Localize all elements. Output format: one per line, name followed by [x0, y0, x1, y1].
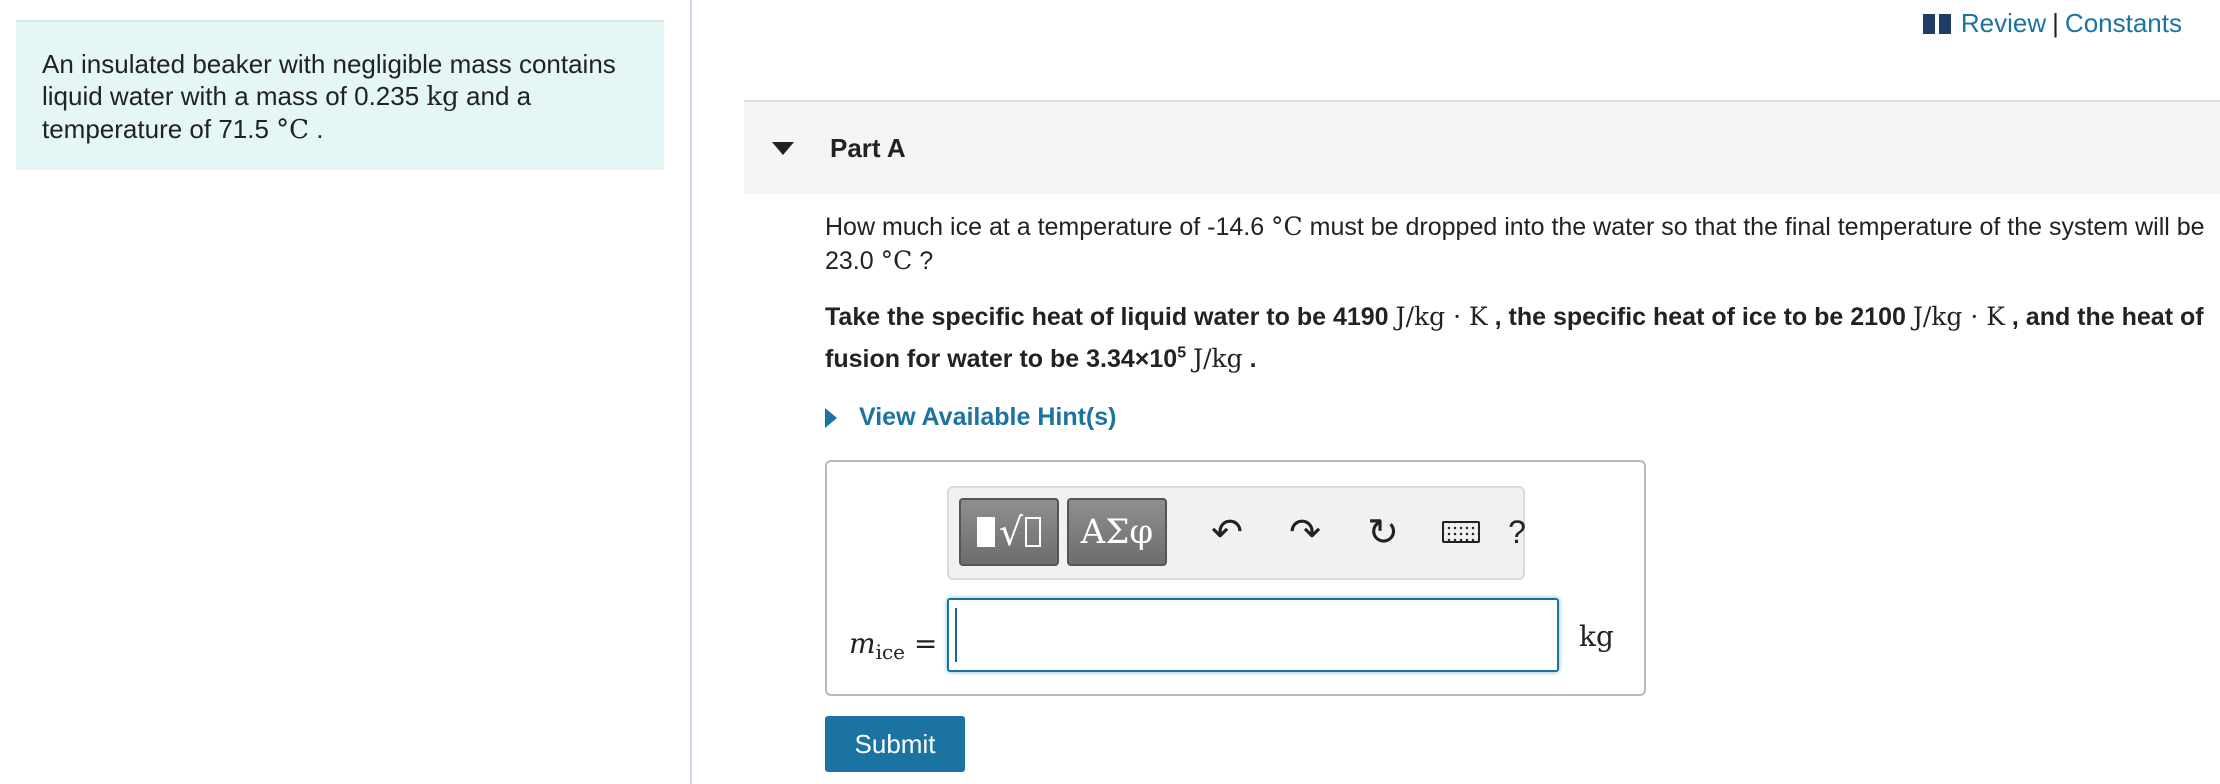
radical-icon: √ [998, 510, 1024, 554]
answer-box: √ ΑΣφ ↶ ↷ ↻ ? mice = kg [825, 460, 1646, 696]
panel-divider [690, 0, 692, 784]
given-part-2: , the specific heat of ice to be 2100 [1487, 303, 1913, 331]
given-unit-2: J/kg · K [1912, 302, 2005, 331]
header-links: Review | Constants [1922, 8, 2182, 39]
given-unit-3: J/kg [1193, 344, 1243, 373]
variable-subscript: ice [875, 640, 905, 664]
keyboard-shortcuts-button[interactable] [1429, 500, 1493, 564]
constants-link[interactable]: Constants [2065, 8, 2182, 39]
question-unit-1: °C [1271, 212, 1303, 241]
temp-unit: °C [276, 115, 310, 145]
given-part-5: . [1242, 345, 1257, 373]
book-icon [1922, 13, 1951, 35]
intro-text-3b: . [309, 114, 324, 144]
caret-right-icon [825, 407, 837, 428]
problem-intro-panel: An insulated beaker with negligible mass… [16, 20, 664, 170]
answer-unit: kg [1579, 620, 1614, 653]
template-box-icon [1025, 517, 1042, 547]
review-link[interactable]: Review [1961, 8, 2046, 39]
given-exponent: 5 [1177, 344, 1187, 362]
text-cursor [955, 608, 957, 662]
answer-input[interactable] [947, 598, 1559, 672]
variable-m: m [849, 627, 876, 660]
caret-down-icon[interactable] [772, 141, 794, 155]
intro-text-1: An insulated beaker with negligible mass… [42, 49, 616, 79]
question-text: How much ice at a temperature of -14.6 °… [825, 210, 2205, 278]
answer-variable-label: mice = [849, 627, 937, 664]
submit-button[interactable]: Submit [825, 716, 965, 772]
help-button[interactable]: ? [1497, 500, 1537, 564]
greek-symbols-button[interactable]: ΑΣφ [1067, 498, 1167, 566]
link-separator: | [2052, 8, 2059, 38]
view-hints-toggle[interactable]: View Available Hint(s) [825, 403, 1116, 432]
intro-text-3a: temperature of 71.5 [42, 114, 277, 144]
given-constants: Take the specific heat of liquid water t… [825, 296, 2205, 380]
reset-icon[interactable]: ↻ [1351, 500, 1415, 564]
given-part-1: Take the specific heat of liquid water t… [825, 303, 1396, 331]
question-part-1: How much ice at a temperature of -14.6 [825, 213, 1272, 241]
redo-icon[interactable]: ↷ [1273, 500, 1337, 564]
question-part-3: ? [912, 247, 934, 275]
given-unit-1: J/kg · K [1395, 302, 1488, 331]
part-a-header[interactable]: Part A [744, 100, 2220, 194]
undo-icon[interactable]: ↶ [1195, 500, 1259, 564]
keyboard-icon [1442, 521, 1480, 543]
question-unit-2: °C [880, 246, 913, 275]
template-square-icon [976, 517, 995, 547]
equals-sign: = [905, 627, 938, 660]
math-toolbar: √ ΑΣφ ↶ ↷ ↻ ? [947, 486, 1526, 580]
intro-text-2a: liquid water with a mass of 0.235 [42, 81, 427, 111]
templates-button[interactable]: √ [959, 498, 1059, 566]
hint-label: View Available Hint(s) [859, 403, 1117, 431]
mass-unit: kg [426, 82, 459, 112]
given-part-4 [1186, 345, 1193, 373]
intro-text-2b: and a [458, 81, 532, 111]
part-title: Part A [830, 132, 906, 163]
